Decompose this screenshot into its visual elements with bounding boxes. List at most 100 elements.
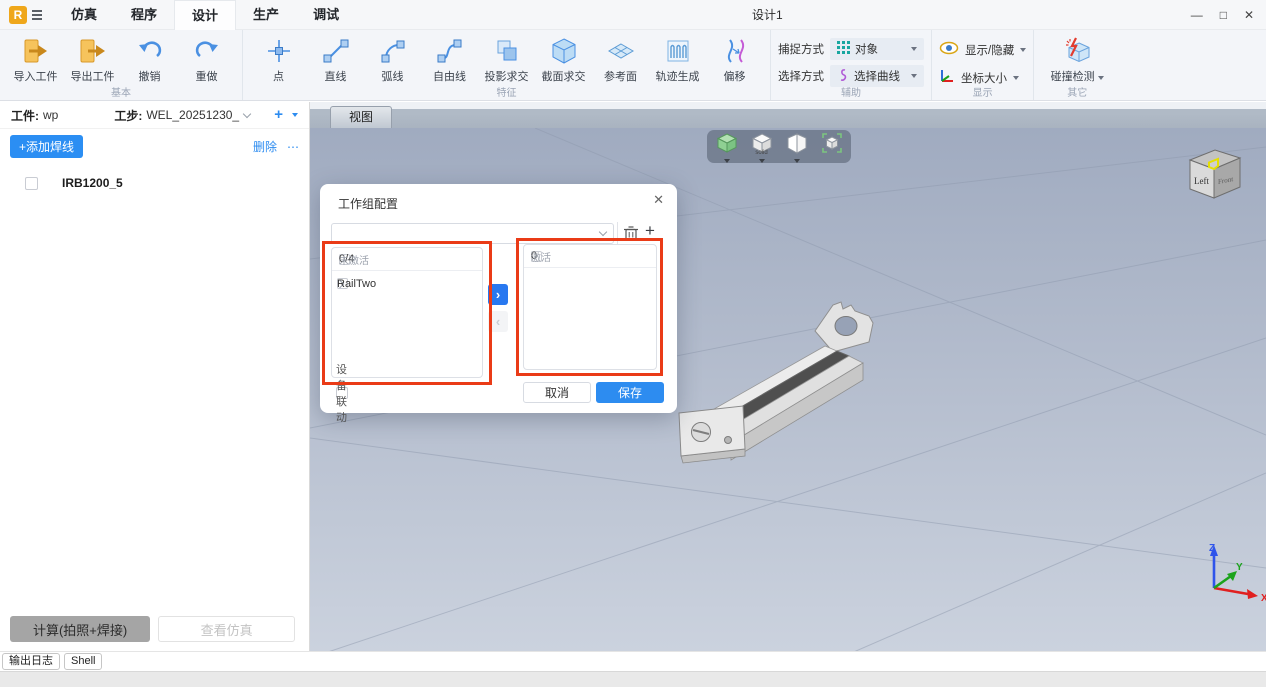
refplane-icon bbox=[607, 36, 635, 66]
undo-button[interactable]: 撤销 bbox=[121, 35, 178, 84]
tab-simulation[interactable]: 仿真 bbox=[54, 0, 114, 30]
zoom-fit-button[interactable] bbox=[820, 132, 844, 162]
curve-icon bbox=[837, 68, 849, 85]
tab-design[interactable]: 设计 bbox=[174, 0, 237, 30]
viewport-tabbar: 视图 bbox=[310, 102, 1266, 128]
more-button[interactable]: ⋯ bbox=[287, 140, 299, 154]
export-icon bbox=[79, 36, 107, 66]
log-tabbar: 输出日志 Shell bbox=[0, 651, 1266, 671]
move-left-button: ‹ bbox=[488, 311, 508, 332]
document-title: 设计1 bbox=[752, 8, 783, 22]
maximize-button[interactable]: □ bbox=[1220, 8, 1227, 22]
display-style-button[interactable] bbox=[785, 132, 809, 163]
dialog-close-button[interactable]: ✕ bbox=[653, 192, 664, 208]
robot-checkbox[interactable] bbox=[25, 176, 38, 190]
origin-axes: Z X Y bbox=[1209, 543, 1266, 604]
compute-button[interactable]: 计算(拍照+焊接) bbox=[10, 616, 151, 642]
redo-button[interactable]: 重做 bbox=[178, 35, 235, 84]
minimize-button[interactable]: — bbox=[1191, 8, 1203, 22]
viewport-canvas[interactable]: solid Left Front Z X Y 工作组配置 ✕ + 0/4 未激活… bbox=[310, 128, 1266, 651]
ribbon-group-other: 碰撞检测 其它 bbox=[1033, 30, 1120, 100]
view-toolbar: solid bbox=[707, 130, 851, 163]
ribbon-group-basic: 导入工件 导出工件 撤销 重做 基本 bbox=[0, 30, 242, 100]
white-cube-icon bbox=[787, 133, 806, 154]
device-link-option[interactable]: 设备联动 bbox=[336, 364, 348, 424]
step-value[interactable]: WEL_20251230_ bbox=[146, 108, 239, 122]
section-intersect-button[interactable]: 截面求交 bbox=[535, 35, 592, 84]
view-simulation-button[interactable]: 查看仿真 bbox=[158, 616, 295, 642]
ribbon-group-assist: 捕捉方式 对象 选择方式 选择曲线 辅助 bbox=[770, 30, 931, 100]
arc-icon bbox=[379, 36, 407, 66]
trajectory-generate-button[interactable]: 轨迹生成 bbox=[649, 35, 706, 84]
projection-intersect-button[interactable]: 投影求交 bbox=[478, 35, 535, 84]
menu-tabs: 仿真 程序 设计 生产 调试 bbox=[54, 0, 356, 30]
import-workpiece-button[interactable]: 导入工件 bbox=[7, 35, 64, 84]
chevron-down-icon bbox=[911, 74, 917, 78]
offset-button[interactable]: 偏移 bbox=[706, 35, 763, 84]
cube-front-label: Left bbox=[1194, 176, 1209, 186]
point-icon bbox=[265, 36, 293, 66]
trajectory-icon bbox=[664, 36, 692, 66]
dialog-title: 工作组配置 bbox=[338, 197, 399, 211]
view-orientation-button[interactable] bbox=[715, 132, 739, 163]
delete-workgroup-button[interactable] bbox=[623, 225, 639, 242]
tab-production[interactable]: 生产 bbox=[236, 0, 296, 30]
view-cube[interactable]: Left Front bbox=[1182, 144, 1246, 204]
ribbon-group-feature: 点 直线 弧线 自由线 投影求交 截面求交 参考面 轨迹生成 偏移 特征 bbox=[242, 30, 770, 100]
menu-icon[interactable] bbox=[32, 9, 42, 20]
inactive-list[interactable]: 0/4 未激活 RailTwo bbox=[331, 247, 483, 378]
tab-program[interactable]: 程序 bbox=[114, 0, 174, 30]
select-mode-label: 选择方式 bbox=[778, 71, 824, 83]
close-button[interactable]: ✕ bbox=[1244, 8, 1254, 22]
delete-button[interactable]: 删除 bbox=[253, 138, 277, 155]
show-hide-dropdown[interactable]: 显示/隐藏 bbox=[939, 38, 1027, 61]
line-icon bbox=[322, 36, 350, 66]
workpiece-value: wp bbox=[43, 108, 59, 122]
chevron-down-icon bbox=[598, 227, 608, 237]
freeline-icon bbox=[436, 36, 464, 66]
move-right-button[interactable]: › bbox=[488, 284, 508, 305]
tab-output-log[interactable]: 输出日志 bbox=[2, 653, 60, 670]
snap-mode-dropdown[interactable]: 对象 bbox=[830, 38, 924, 60]
inactive-list-header: 0/4 未激活 bbox=[332, 248, 482, 271]
projection-icon bbox=[493, 36, 521, 66]
viewport: 视图 solid Left Front Z X Y 工作组配置 ✕ + 0/4 … bbox=[310, 102, 1266, 651]
tab-shell[interactable]: Shell bbox=[64, 653, 103, 670]
step-menu-caret-icon[interactable] bbox=[292, 113, 298, 117]
point-tool-button[interactable]: 点 bbox=[250, 35, 307, 84]
line-tool-button[interactable]: 直线 bbox=[307, 35, 364, 84]
workgroup-select[interactable] bbox=[331, 223, 614, 244]
workgroup-config-dialog: 工作组配置 ✕ + 0/4 未激活 RailTwo › ‹ 0 激活 设备联动 … bbox=[320, 184, 677, 424]
add-workgroup-button[interactable]: + bbox=[645, 221, 655, 241]
z-axis-label: Z bbox=[1209, 543, 1215, 554]
active-status: 激活 bbox=[531, 252, 551, 264]
workpiece-label: 工件: bbox=[11, 108, 39, 123]
collision-detect-button[interactable]: 碰撞检测 bbox=[1041, 35, 1113, 84]
chevron-down-icon[interactable] bbox=[242, 109, 252, 118]
chevron-down-icon bbox=[1013, 75, 1019, 80]
render-mode-button[interactable]: solid bbox=[750, 132, 774, 163]
left-panel: 工件: wp 工步: WEL_20251230_ + +添加焊线 删除 ⋯ IR… bbox=[0, 102, 310, 651]
divider bbox=[617, 222, 618, 245]
reference-plane-button[interactable]: 参考面 bbox=[592, 35, 649, 84]
window-controls: — □ ✕ bbox=[1191, 0, 1254, 30]
freeline-tool-button[interactable]: 自由线 bbox=[421, 35, 478, 84]
export-workpiece-button[interactable]: 导出工件 bbox=[64, 35, 121, 84]
list-item-railtwo[interactable]: RailTwo bbox=[332, 271, 482, 290]
workpiece-header: 工件: wp 工步: WEL_20251230_ + bbox=[0, 102, 309, 129]
tab-view[interactable]: 视图 bbox=[330, 106, 392, 128]
green-cube-icon bbox=[716, 133, 737, 153]
save-button[interactable]: 保存 bbox=[596, 382, 664, 403]
add-weld-line-button[interactable]: +添加焊线 bbox=[10, 135, 84, 158]
active-list[interactable]: 0 激活 bbox=[523, 244, 657, 370]
status-bar bbox=[0, 671, 1266, 687]
rail-model[interactable] bbox=[665, 289, 895, 469]
add-step-button[interactable]: + bbox=[274, 107, 283, 122]
titlebar: R 仿真 程序 设计 生产 调试 设计1 — □ ✕ bbox=[0, 0, 1266, 30]
cancel-button[interactable]: 取消 bbox=[523, 382, 591, 403]
weld-actions-row: +添加焊线 删除 ⋯ bbox=[0, 129, 309, 162]
x-axis-label: X bbox=[1261, 593, 1266, 604]
tree-item-robot[interactable]: IRB1200_5 bbox=[0, 170, 309, 196]
arc-tool-button[interactable]: 弧线 bbox=[364, 35, 421, 84]
tab-debug[interactable]: 调试 bbox=[296, 0, 356, 30]
